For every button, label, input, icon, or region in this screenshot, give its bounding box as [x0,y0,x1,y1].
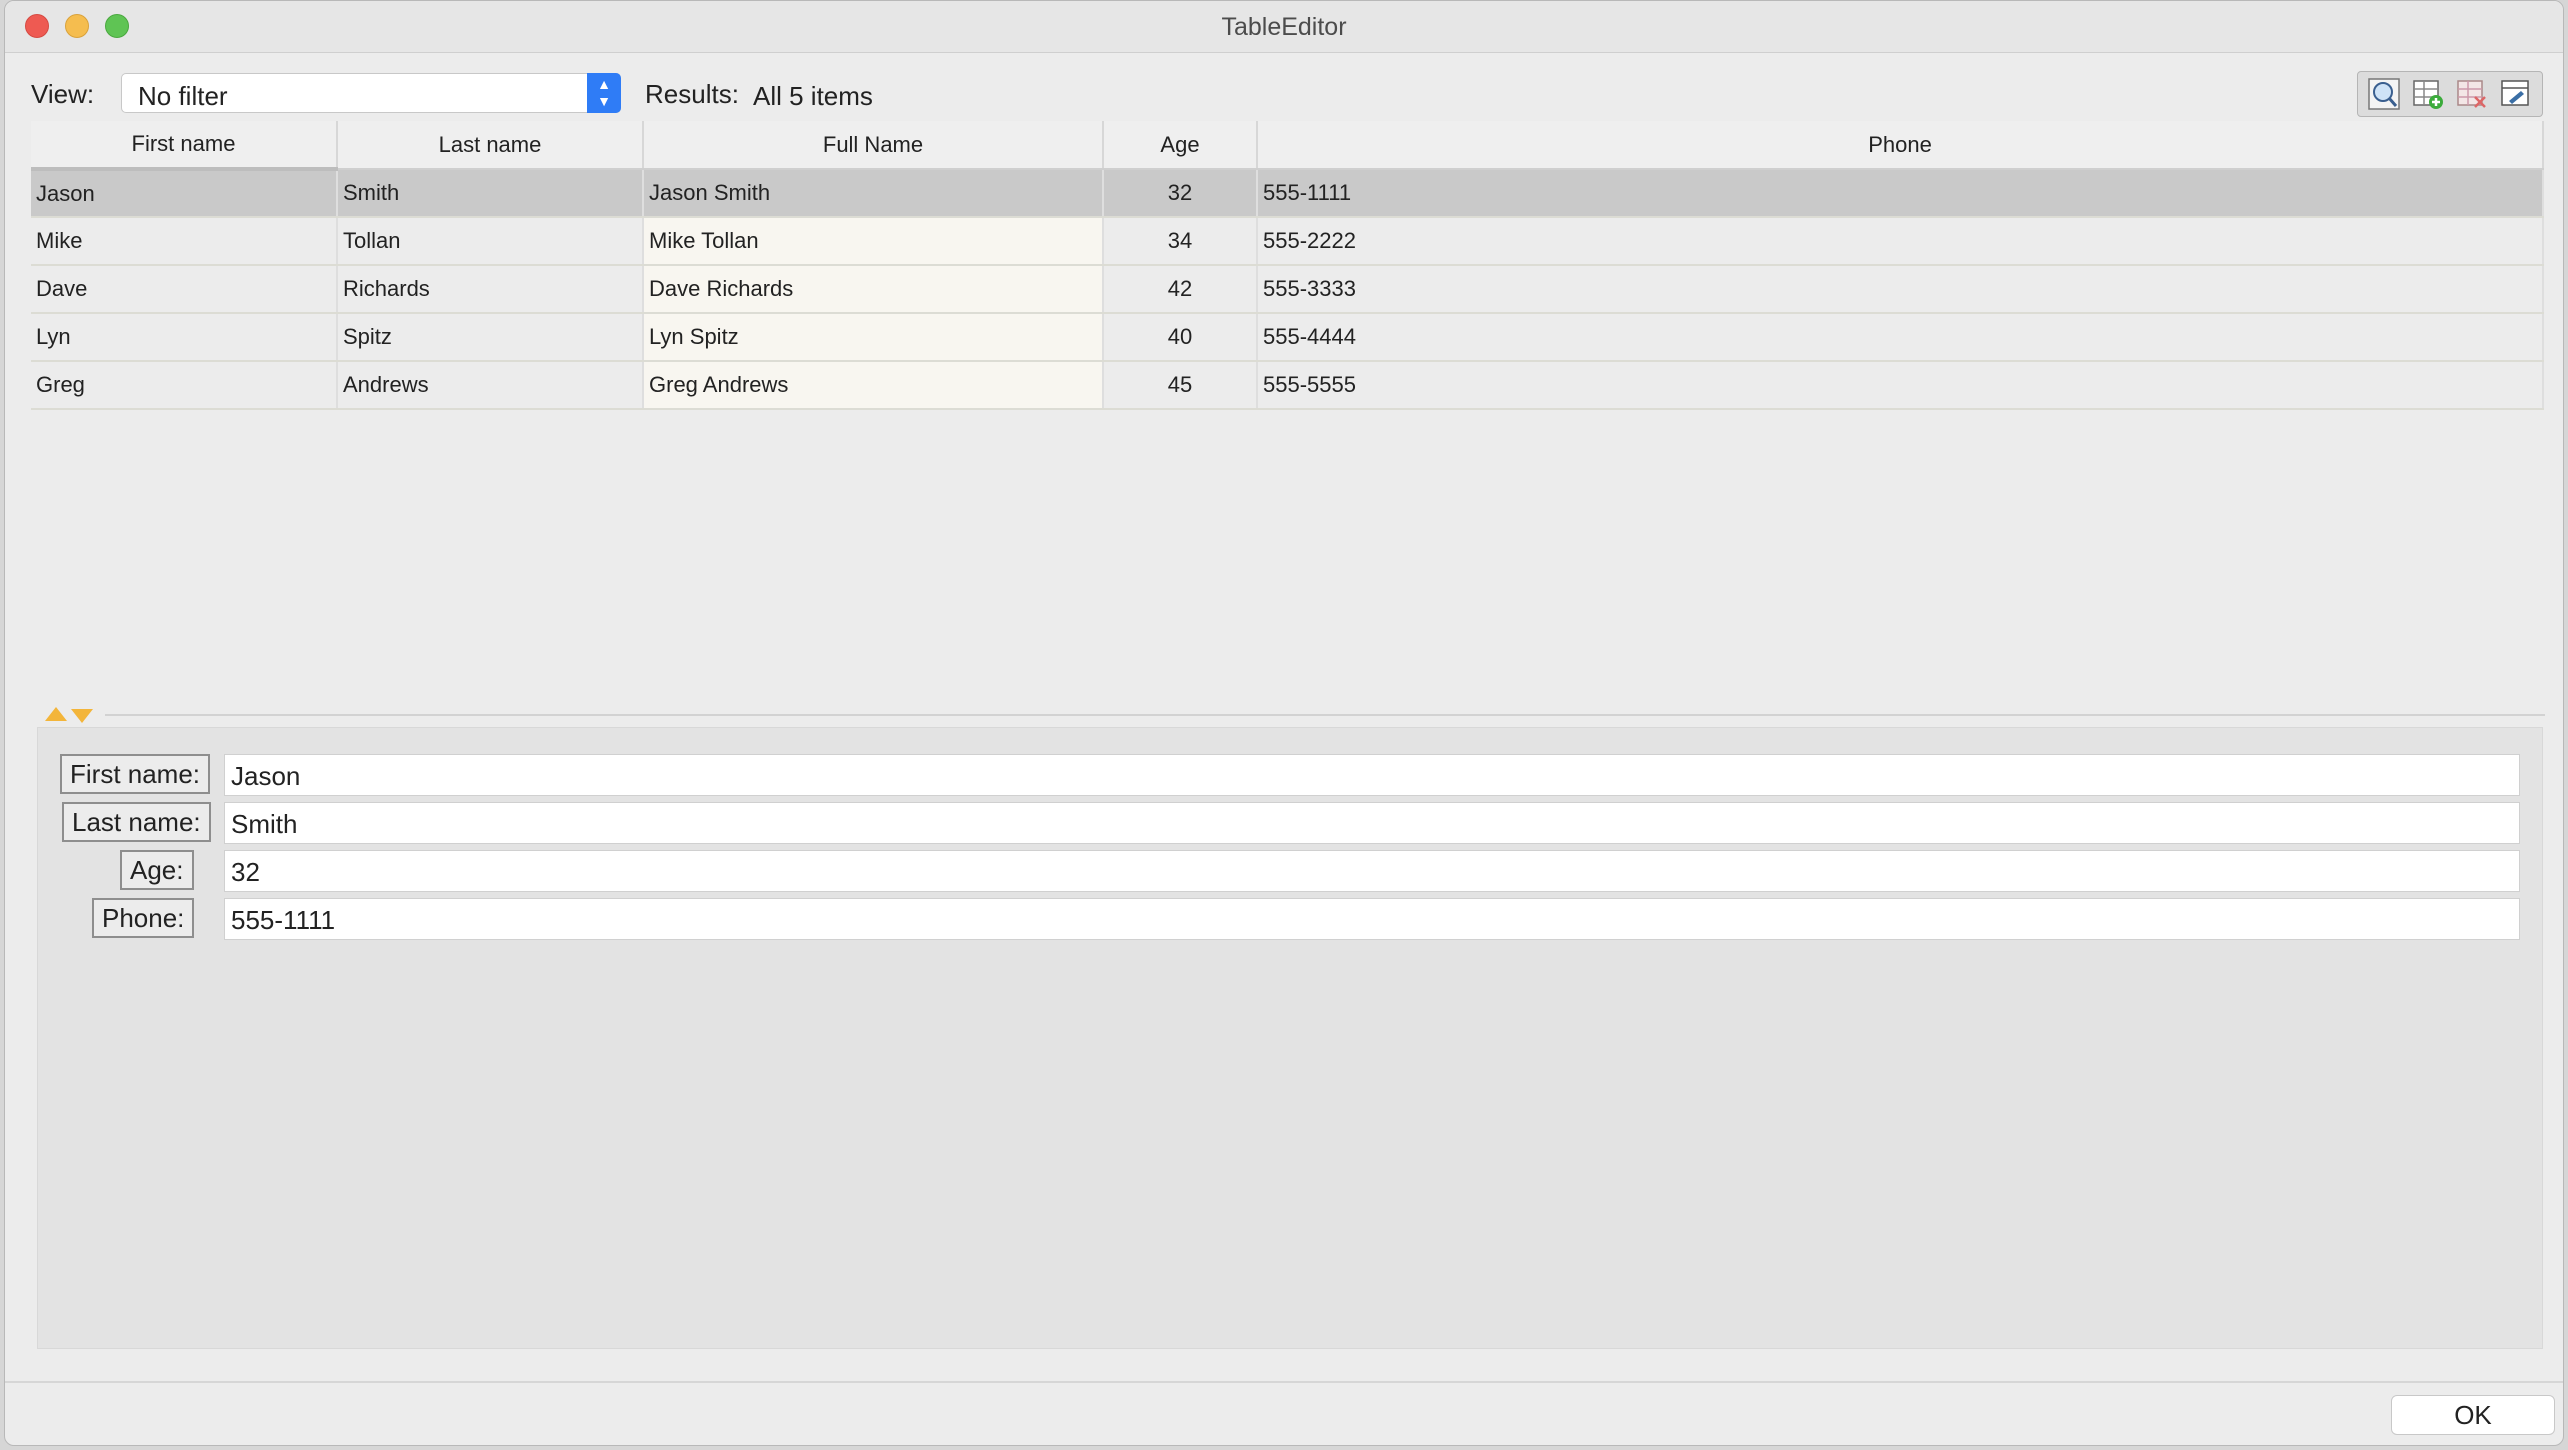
detail-form: First name: Jason Last name: Smith Age: … [37,727,2543,1349]
cell-phone[interactable]: 555-1111 [1257,169,2544,218]
view-filter-value: No filter [138,81,228,111]
cell-age[interactable]: 40 [1103,313,1258,362]
column-header-phone[interactable]: Phone [1257,121,2544,170]
cell-last-name[interactable]: Andrews [337,361,644,410]
pane-splitter[interactable] [41,705,2545,725]
search-table-button[interactable] [2362,74,2406,114]
edit-table-icon [2501,80,2529,106]
phone-field[interactable]: 555-1111 [224,898,2520,940]
delete-row-button[interactable] [2450,74,2494,114]
delete-row-icon [2457,80,2486,108]
phone-label: Phone: [92,898,195,938]
cell-last-name[interactable]: Smith [337,169,644,218]
cell-last-name[interactable]: Spitz [337,313,644,362]
magnifier-icon [2368,78,2400,110]
cell-last-name[interactable]: Richards [337,265,644,314]
cell-age[interactable]: 32 [1103,169,1258,218]
collapse-up-icon[interactable] [45,707,67,721]
age-field[interactable]: 32 [224,850,2520,892]
table-editor-window: TableEditor View: No filter ▲ ▼ Results: … [4,0,2564,1446]
table-row[interactable]: Jason Smith Jason Smith 32 555-1111 [31,169,2544,218]
cell-age[interactable]: 34 [1103,217,1258,266]
cell-age[interactable]: 42 [1103,265,1258,314]
column-header-full-name[interactable]: Full Name [643,121,1104,170]
table-row[interactable]: Greg Andrews Greg Andrews 45 555-5555 [31,361,2544,410]
collapse-down-icon[interactable] [71,709,93,723]
cell-last-name[interactable]: Tollan [337,217,644,266]
filter-toolbar: View: No filter ▲ ▼ Results: All 5 items [31,67,2543,119]
view-label: View: [31,79,95,109]
first-name-field[interactable]: Jason [224,754,2520,796]
column-header-last-name[interactable]: Last name [337,121,644,170]
cell-full-name[interactable]: Dave Richards [643,265,1104,314]
last-name-field[interactable]: Smith [224,802,2520,844]
first-name-label: First name: [60,754,211,794]
cell-first-name[interactable]: Dave [31,265,338,314]
column-header-first-name[interactable]: First name [31,121,338,171]
cell-first-name[interactable]: Mike [31,217,338,266]
cell-full-name[interactable]: Greg Andrews [643,361,1104,410]
table-row[interactable]: Lyn Spitz Lyn Spitz 40 555-4444 [31,313,2544,362]
table-header-row: First name Last name Full Name Age Phone [31,121,2544,171]
first-name-row: First name: Jason [38,752,2542,796]
cell-phone[interactable]: 555-4444 [1257,313,2544,362]
cell-phone[interactable]: 555-5555 [1257,361,2544,410]
add-row-icon [2413,80,2443,109]
age-row: Age: 32 [38,848,2542,892]
window-title: TableEditor [1221,13,1347,41]
select-arrows-icon: ▲ ▼ [587,73,621,113]
last-name-label: Last name: [62,802,211,842]
column-header-age[interactable]: Age [1103,121,1258,170]
table-row[interactable]: Mike Tollan Mike Tollan 34 555-2222 [31,217,2544,266]
cell-phone[interactable]: 555-3333 [1257,265,2544,314]
edit-table-button[interactable] [2494,74,2538,114]
cell-full-name[interactable]: Mike Tollan [643,217,1104,266]
splitter-line [105,714,2545,716]
table-tools [2357,71,2543,117]
ok-button[interactable]: OK [2391,1395,2555,1435]
add-row-button[interactable] [2406,74,2450,114]
people-table: First name Last name Full Name Age Phone… [31,121,2544,410]
cell-full-name[interactable]: Jason Smith [643,169,1104,218]
results-count: All 5 items [753,81,873,111]
cell-first-name[interactable]: Jason [31,169,338,218]
last-name-row: Last name: Smith [38,800,2542,844]
table-row[interactable]: Dave Richards Dave Richards 42 555-3333 [31,265,2544,314]
view-filter-select[interactable]: No filter ▲ ▼ [121,73,621,113]
cell-first-name[interactable]: Greg [31,361,338,410]
cell-first-name[interactable]: Lyn [31,313,338,362]
cell-age[interactable]: 45 [1103,361,1258,410]
results-label: Results: [645,79,739,109]
phone-row: Phone: 555-1111 [38,896,2542,940]
cell-phone[interactable]: 555-2222 [1257,217,2544,266]
cell-full-name[interactable]: Lyn Spitz [643,313,1104,362]
title-bar: TableEditor [5,1,2563,53]
age-label: Age: [120,850,194,890]
footer-divider [5,1381,2563,1383]
